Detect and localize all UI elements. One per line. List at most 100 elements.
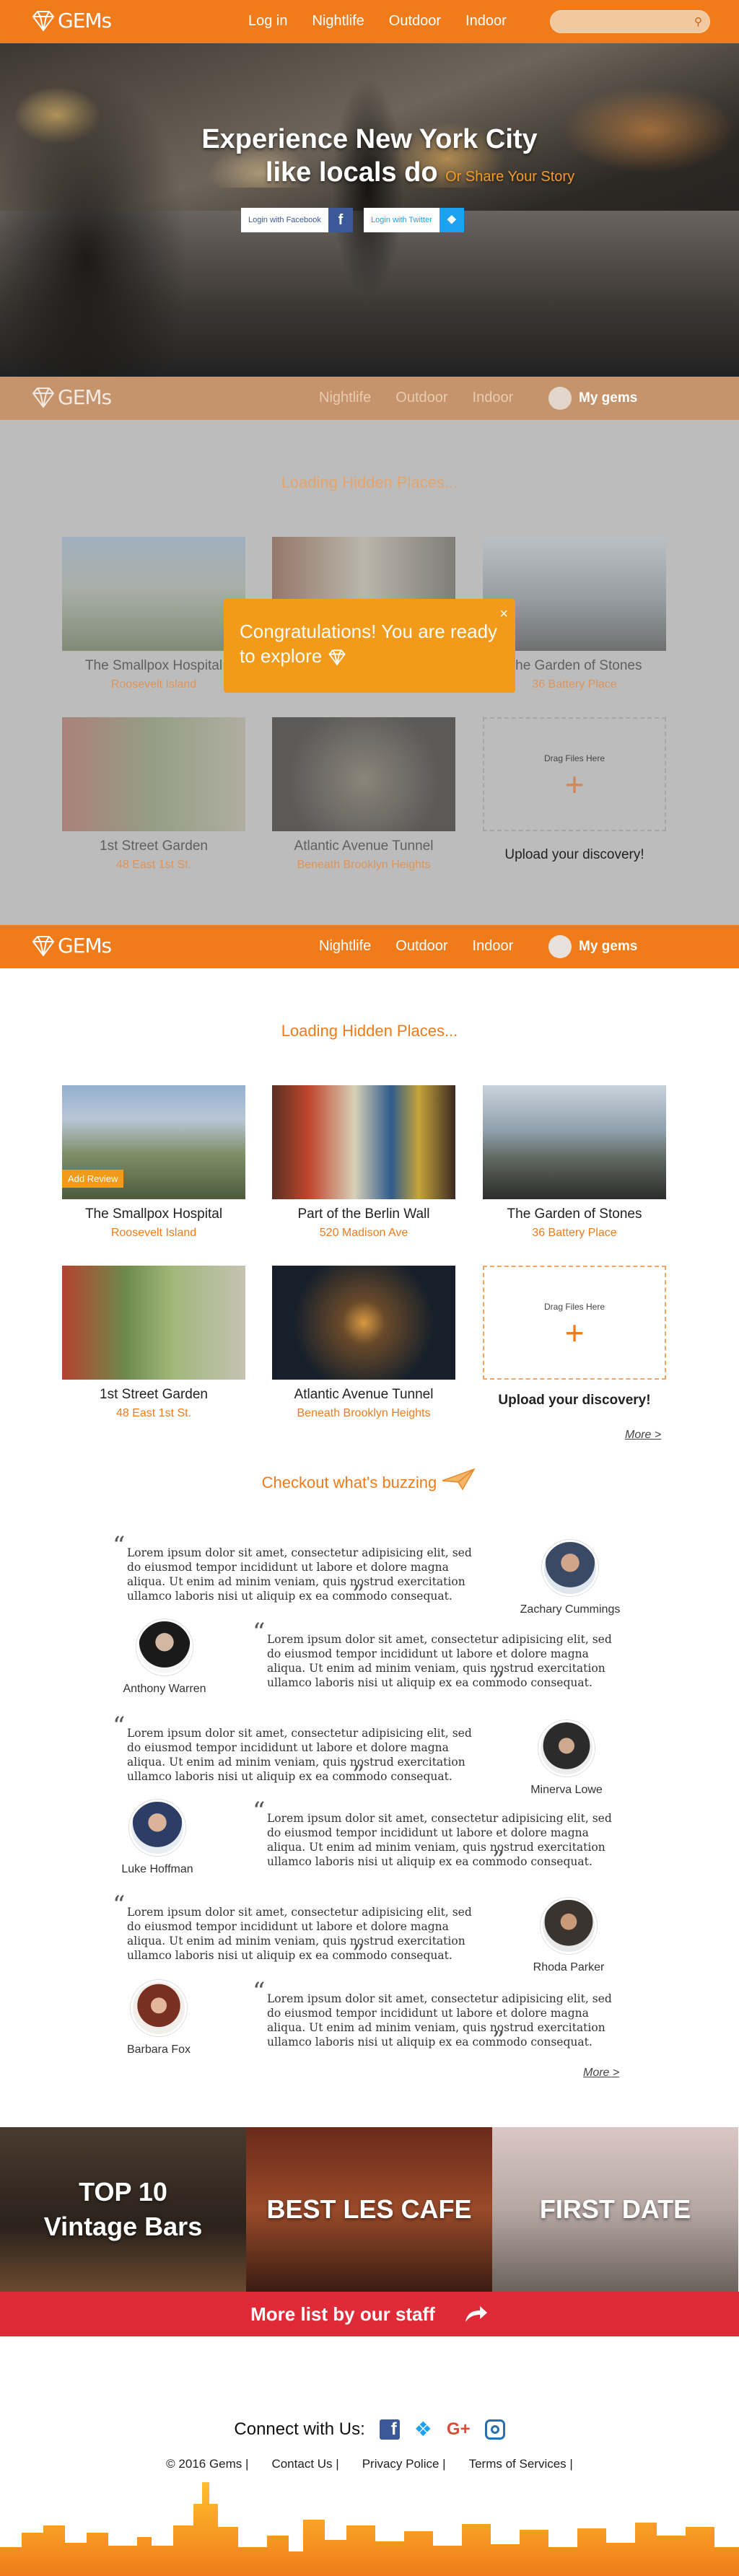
place-location: Roosevelt Island xyxy=(110,1227,197,1239)
nav-outdoor[interactable]: Outdoor xyxy=(395,938,447,955)
gem-icon xyxy=(32,935,55,957)
place-card[interactable]: The Garden of Stones 36 Battery Place xyxy=(483,1085,666,1240)
close-quote-icon: ” xyxy=(352,1580,365,1609)
my-gems-link[interactable]: My gems xyxy=(548,387,637,410)
login-link[interactable]: Log in xyxy=(248,13,288,30)
place-card[interactable]: Atlantic Avenue Tunnel Beneath Brooklyn … xyxy=(272,717,455,872)
place-location: 48 East 1st St. xyxy=(115,1407,192,1419)
testimonial-quote: “Lorem ipsum dolor sit amet, consectetur… xyxy=(253,1799,628,1875)
quote-text: Lorem ipsum dolor sit amet, consectetur … xyxy=(127,1906,472,1962)
connect-label: Connect with Us: xyxy=(234,2419,365,2439)
quote-text: Lorem ipsum dolor sit amet, consectetur … xyxy=(267,1992,612,2049)
person-name: Minerva Lowe xyxy=(530,1784,603,1796)
nav-nightlife[interactable]: Nightlife xyxy=(319,938,371,955)
copyright: © 2016 Gems | xyxy=(166,2457,249,2471)
close-quote-icon: ” xyxy=(352,1761,365,1789)
nav-nightlife[interactable]: Nightlife xyxy=(319,390,371,406)
add-review-button[interactable]: Add Review xyxy=(62,1170,124,1188)
my-gems-label: My gems xyxy=(579,939,638,954)
avatar xyxy=(548,935,572,958)
list-tile-les-cafe[interactable]: BEST LES CAFE xyxy=(246,2127,492,2292)
list-tile-label: TOP 10 Vintage Bars xyxy=(44,2175,202,2244)
footer: Connect with Us: f ❖ G+ © 2016 Gems | Co… xyxy=(0,2417,739,2471)
search-input[interactable]: ⚲ xyxy=(550,10,710,33)
twitter-icon: ❖ xyxy=(439,208,464,232)
list-tile-label: FIRST DATE xyxy=(539,2194,691,2224)
twitter-icon[interactable]: ❖ xyxy=(414,2417,432,2441)
testimonial-quote: “Lorem ipsum dolor sit amet, consectetur… xyxy=(113,1893,488,1966)
place-image xyxy=(272,1266,455,1380)
more-places-link[interactable]: More > xyxy=(625,1429,661,1442)
buzz-title-text: Checkout what's buzzing xyxy=(261,1473,437,1491)
nav-outdoor[interactable]: Outdoor xyxy=(389,13,441,30)
testimonial-person: Zachary Cummings xyxy=(520,1540,621,1616)
hero-headline-2-text: like locals do xyxy=(265,157,438,188)
more-staff-label: More list by our staff xyxy=(250,2303,435,2325)
more-staff-lists-button[interactable]: More list by our staff xyxy=(0,2292,739,2336)
nav-outdoor[interactable]: Outdoor xyxy=(395,390,447,406)
facebook-icon[interactable]: f xyxy=(379,2419,400,2440)
toast-text: Congratulations! You are ready to explor… xyxy=(240,621,498,667)
quote-text: Lorem ipsum dolor sit amet, consectetur … xyxy=(267,1812,612,1868)
open-quote-icon: “ xyxy=(253,1618,266,1647)
list-tile-first-date[interactable]: FIRST DATE xyxy=(492,2127,738,2292)
person-name: Luke Hoffman xyxy=(121,1863,193,1875)
place-name: The Smallpox Hospital xyxy=(84,1206,223,1222)
place-image xyxy=(62,537,245,651)
place-card[interactable]: Atlantic Avenue Tunnel Beneath Brooklyn … xyxy=(272,1266,455,1420)
avatar xyxy=(541,1898,597,1954)
top-header: GEMs Log in Nightlife Outdoor Indoor ⚲ xyxy=(0,0,739,43)
avatar xyxy=(136,1619,193,1675)
logo-dimmed[interactable]: GEMs xyxy=(30,385,112,409)
twitter-login-label: Login with Twitter xyxy=(364,208,440,232)
upload-dropzone[interactable]: Drag Files Here + xyxy=(483,717,666,831)
list-tile-line-1: TOP 10 xyxy=(79,2177,167,2207)
more-buzz-link[interactable]: More > xyxy=(583,2067,619,2080)
place-card[interactable]: The Smallpox Hospital Roosevelt Island xyxy=(62,537,245,691)
nav-nightlife[interactable]: Nightlife xyxy=(312,13,364,30)
facebook-icon: f xyxy=(328,208,353,232)
logo[interactable]: GEMs xyxy=(30,9,112,32)
instagram-icon[interactable] xyxy=(484,2419,505,2440)
contact-link[interactable]: Contact Us | xyxy=(271,2457,338,2471)
gem-icon xyxy=(328,649,346,666)
upload-dropzone[interactable]: Drag Files Here + xyxy=(483,1266,666,1380)
place-name: The Garden of Stones xyxy=(507,1206,642,1222)
list-tile-line-2: Vintage Bars xyxy=(43,2212,203,2241)
nav-indoor[interactable]: Indoor xyxy=(473,938,514,955)
main-nav: Nightlife Outdoor Indoor xyxy=(319,938,513,955)
twitter-login-button[interactable]: Login with Twitter ❖ xyxy=(364,208,464,232)
list-tile-label: BEST LES CAFE xyxy=(266,2194,472,2224)
google-plus-icon[interactable]: G+ xyxy=(447,2419,471,2440)
my-gems-link[interactable]: My gems xyxy=(548,935,637,958)
place-card[interactable]: Add Review The Smallpox Hospital Rooseve… xyxy=(62,1085,245,1240)
place-card[interactable]: Part of the Berlin Wall 520 Madison Ave xyxy=(272,1085,455,1240)
open-quote-icon: “ xyxy=(113,1712,126,1740)
drag-files-label: Drag Files Here xyxy=(543,1302,605,1312)
logo-text: GEMs xyxy=(58,934,112,958)
place-location: Beneath Brooklyn Heights xyxy=(297,859,431,871)
social-links: Connect with Us: f ❖ G+ xyxy=(0,2417,739,2441)
search-icon[interactable]: ⚲ xyxy=(694,15,702,28)
logo-text: GEMs xyxy=(58,9,112,32)
testimonial-quote: “Lorem ipsum dolor sit amet, consectetur… xyxy=(113,1533,488,1609)
top-nav: Log in Nightlife Outdoor Indoor xyxy=(248,13,507,30)
place-card[interactable]: 1st Street Garden 48 East 1st St. xyxy=(62,1266,245,1420)
nav-indoor[interactable]: Indoor xyxy=(473,390,514,406)
place-name: 1st Street Garden xyxy=(100,1387,208,1402)
loading-title: Loading Hidden Places... xyxy=(281,473,458,491)
logo[interactable]: GEMs xyxy=(30,934,112,958)
facebook-login-button[interactable]: Login with Facebook f xyxy=(241,208,353,232)
close-quote-icon: ” xyxy=(492,1846,505,1875)
upload-label: Upload your discovery! xyxy=(504,847,644,862)
share-story-link[interactable]: Or Share Your Story xyxy=(445,169,574,185)
place-card[interactable]: 1st Street Garden 48 East 1st St. xyxy=(62,717,245,872)
place-image xyxy=(483,1085,666,1199)
close-icon[interactable]: × xyxy=(499,602,508,626)
avatar xyxy=(131,1980,187,2036)
nav-indoor[interactable]: Indoor xyxy=(465,13,507,30)
list-tile-vintage-bars[interactable]: TOP 10 Vintage Bars xyxy=(0,2127,246,2292)
privacy-link[interactable]: Privacy Police | xyxy=(362,2457,446,2471)
terms-link[interactable]: Terms of Services | xyxy=(469,2457,573,2471)
logo-text: GEMs xyxy=(58,385,112,409)
